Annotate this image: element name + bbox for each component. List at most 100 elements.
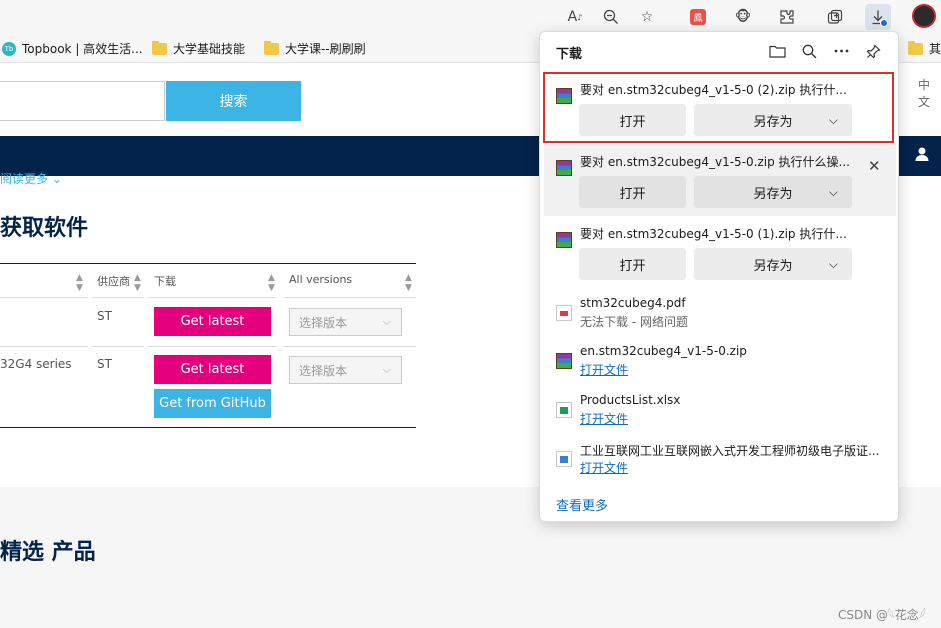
get-latest-button[interactable]: Get latest xyxy=(154,307,271,336)
more-icon[interactable] xyxy=(830,40,852,62)
save-as-button[interactable]: 另存为 ⌵ xyxy=(694,248,852,280)
section-title-get-software: 获取软件 xyxy=(0,216,89,241)
download-item[interactable]: ProductsList.xlsx 打开文件 xyxy=(544,387,896,433)
version-select[interactable]: 选择版本 ⌵ xyxy=(289,308,402,336)
favorite-folder-courses[interactable]: 大学课--刷刷刷 xyxy=(264,40,366,57)
get-latest-button[interactable]: Get latest xyxy=(154,355,271,384)
save-as-button[interactable]: 另存为 ⌵ xyxy=(694,176,852,208)
version-select-value: 选择版本 xyxy=(299,363,348,378)
see-more-link[interactable]: 查看更多 xyxy=(556,495,608,514)
excel-file-icon xyxy=(556,402,572,418)
col-header-all-versions: All versions xyxy=(289,273,353,286)
favorite-folder-overflow[interactable]: 其 xyxy=(908,40,941,57)
version-select-value: 选择版本 xyxy=(299,315,348,330)
folder-icon xyxy=(908,40,923,55)
download-item[interactable]: 要对 en.stm32cubeg4_v1-5-0.zip 执行什么操... ✕ … xyxy=(544,144,896,216)
user-icon[interactable] xyxy=(914,146,930,166)
archive-file-icon xyxy=(556,353,572,369)
add-favorite-icon[interactable]: ☆ xyxy=(634,4,660,30)
chevron-down-icon: ⌵ xyxy=(828,184,838,199)
open-button[interactable]: 打开 xyxy=(579,176,686,208)
download-item[interactable]: stm32cubeg4.pdf 无法下载 - 网络问题 xyxy=(544,290,896,336)
downloads-icon[interactable] xyxy=(865,4,891,30)
row-divider xyxy=(148,346,277,347)
chevron-down-icon: ⌵ xyxy=(382,315,391,328)
open-file-link[interactable]: 打开文件 xyxy=(580,361,628,378)
save-as-label: 另存为 xyxy=(753,186,793,202)
get-from-github-button[interactable]: Get from GitHub xyxy=(154,389,271,418)
extensions-icon[interactable] xyxy=(774,4,800,30)
chevron-down-icon: ⌵ xyxy=(828,256,838,271)
csdn-watermark: CSDN @𓆩花念𓆪 xyxy=(838,608,926,622)
favorite-label: 大学课--刷刷刷 xyxy=(285,42,366,56)
product-name-cell: 32G4 series xyxy=(0,357,72,371)
annotation-highlight-box xyxy=(543,72,894,143)
site-search-button[interactable]: 搜索 xyxy=(166,81,301,121)
pin-icon[interactable] xyxy=(862,40,884,62)
version-select[interactable]: 选择版本 ⌵ xyxy=(289,356,402,384)
row-divider xyxy=(283,297,416,298)
extension-red-icon[interactable]: 鳳 xyxy=(685,4,711,30)
open-file-link[interactable]: 打开文件 xyxy=(580,459,628,476)
open-button[interactable]: 打开 xyxy=(579,248,686,280)
site-search-input[interactable] xyxy=(0,81,165,121)
table-bottom-border xyxy=(0,427,416,428)
row-divider xyxy=(283,346,416,347)
col-header-vendor: 供应商 xyxy=(97,275,130,288)
download-filename: en.stm32cubeg4_v1-5-0.zip xyxy=(580,344,747,358)
read-aloud-icon[interactable]: A ♪ xyxy=(562,4,588,30)
profile-avatar[interactable] xyxy=(912,4,936,28)
download-filename: stm32cubeg4.pdf xyxy=(580,296,686,310)
collections-icon[interactable] xyxy=(822,4,848,30)
section-title-featured-products: 精选 产品 xyxy=(0,540,96,565)
col-header-download: 下载 xyxy=(154,275,176,288)
vendor-cell: ST xyxy=(97,357,112,371)
download-filename: 要对 en.stm32cubeg4_v1-5-0 (1).zip 执行什... xyxy=(580,227,847,241)
vendor-cell: ST xyxy=(97,309,112,323)
browser-toolbar: A ♪ ☆ 鳳 🐵 xyxy=(0,0,941,34)
extension-badge: 鳳 xyxy=(690,9,706,25)
open-folder-icon[interactable] xyxy=(766,40,788,62)
language-switch[interactable]: 中文 xyxy=(918,76,941,110)
row-divider xyxy=(92,297,144,298)
read-more-link[interactable]: 阅读更多 ⌄ xyxy=(0,170,62,187)
favorite-topbook[interactable]: Tb Topbook | 高效生活... xyxy=(2,40,143,57)
favorite-label: 其 xyxy=(929,42,941,56)
archive-file-icon xyxy=(556,232,572,248)
download-item[interactable]: en.stm32cubeg4_v1-5-0.zip 打开文件 xyxy=(544,338,896,384)
topbook-icon: Tb xyxy=(2,41,16,56)
download-filename: 工业互联网工业互联网嵌入式开发工程师初级电子版证... xyxy=(580,444,880,458)
favorite-label: 大学基础技能 xyxy=(173,42,246,56)
favorite-folder-basic-skills[interactable]: 大学基础技能 xyxy=(152,40,245,57)
row-divider xyxy=(0,297,88,298)
sort-icon[interactable]: ▲ ▼ xyxy=(268,273,275,293)
download-filename: 要对 en.stm32cubeg4_v1-5-0.zip 执行什么操... xyxy=(580,155,850,169)
open-file-link[interactable]: 打开文件 xyxy=(580,410,628,427)
download-filename: ProductsList.xlsx xyxy=(580,393,681,407)
sort-icon[interactable]: ▲ ▼ xyxy=(134,273,141,293)
document-file-icon xyxy=(556,451,572,467)
download-item[interactable]: 工业互联网工业互联网嵌入式开发工程师初级电子版证... 打开文件 xyxy=(544,436,896,482)
zoom-out-icon[interactable] xyxy=(598,4,624,30)
sort-icon[interactable]: ▲ ▼ xyxy=(405,273,412,293)
table-top-border xyxy=(0,263,416,264)
download-item[interactable]: 要对 en.stm32cubeg4_v1-5-0 (1).zip 执行什... … xyxy=(544,216,896,288)
row-divider xyxy=(0,346,88,347)
save-as-label: 另存为 xyxy=(753,258,793,274)
monkey-extension-icon[interactable]: 🐵 xyxy=(730,4,756,30)
favorite-label: Topbook | 高效生活... xyxy=(22,42,143,56)
download-status: 无法下载 - 网络问题 xyxy=(580,315,688,329)
folder-icon xyxy=(264,40,279,55)
archive-file-icon xyxy=(556,160,572,176)
search-icon[interactable] xyxy=(798,40,820,62)
download-progress-dot xyxy=(880,19,888,27)
sort-icon[interactable]: ▲ ▼ xyxy=(76,273,83,293)
row-divider xyxy=(148,297,277,298)
downloads-title: 下载 xyxy=(556,47,583,62)
pdf-file-icon xyxy=(556,305,572,321)
row-divider xyxy=(92,346,144,347)
folder-icon xyxy=(152,40,167,55)
chevron-down-icon: ⌵ xyxy=(382,363,391,376)
browser-window: A ♪ ☆ 鳳 🐵 Tb Topbook | 高效生活... 大学基础技能 大学… xyxy=(0,0,941,628)
close-icon[interactable]: ✕ xyxy=(868,157,881,175)
